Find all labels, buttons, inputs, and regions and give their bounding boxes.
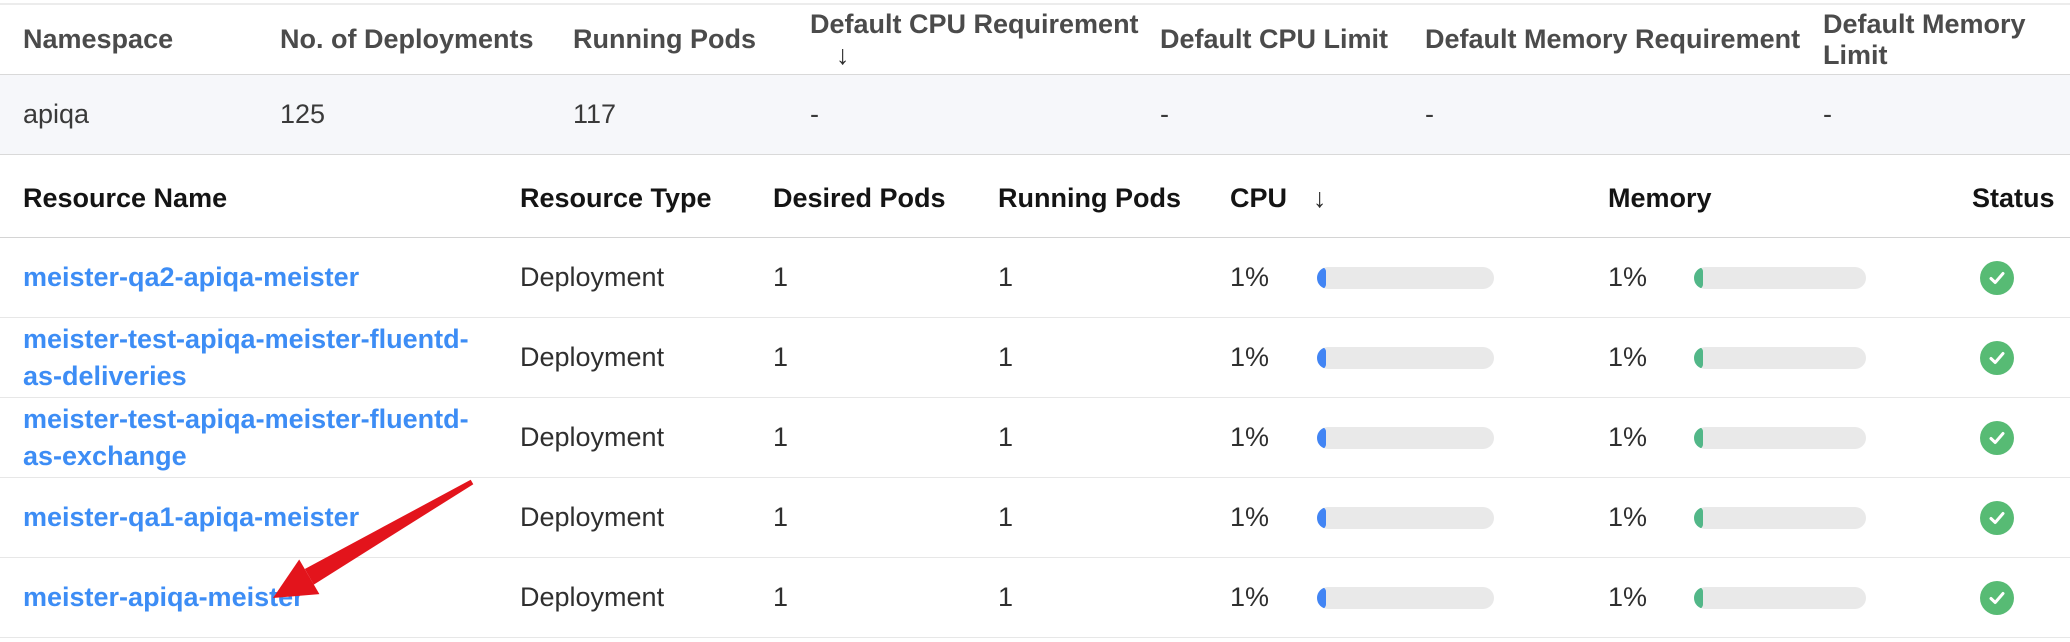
namespace-name: apiqa	[23, 99, 280, 130]
memory-usage-bar	[1694, 507, 1866, 529]
desired-pods-value: 1	[773, 342, 998, 373]
resource-row: meister-apiqa-meister Deployment 1 1 1% …	[0, 558, 2070, 638]
cpu-usage-bar	[1317, 347, 1494, 369]
status-healthy-icon	[1980, 341, 2014, 375]
resource-row: meister-qa1-apiqa-meister Deployment 1 1…	[0, 478, 2070, 558]
memory-percent: 1%	[1608, 262, 1694, 293]
memory-usage-bar-fill	[1694, 587, 1703, 609]
namespace-default-memory-limit: -	[1823, 99, 2070, 130]
running-pods-value: 1	[998, 582, 1230, 613]
cpu-usage-bar-fill	[1317, 587, 1326, 609]
cpu-usage-bar	[1317, 507, 1494, 529]
header-resource-type[interactable]: Resource Type	[520, 183, 773, 214]
header-cpu-label: CPU	[1230, 183, 1287, 213]
namespace-default-cpu-limit: -	[1160, 99, 1425, 130]
memory-usage-bar-fill	[1694, 267, 1703, 289]
memory-usage-bar	[1694, 427, 1866, 449]
resource-row: meister-test-apiqa-meister-fluentd-as-de…	[0, 318, 2070, 398]
desired-pods-value: 1	[773, 582, 998, 613]
resource-type: Deployment	[520, 422, 773, 453]
memory-usage-bar-fill	[1694, 347, 1703, 369]
header-namespace[interactable]: Namespace	[23, 24, 280, 55]
header-deployments[interactable]: No. of Deployments	[280, 24, 573, 55]
header-resource-name[interactable]: Resource Name	[23, 183, 520, 214]
header-desired-pods[interactable]: Desired Pods	[773, 183, 998, 214]
cpu-usage-bar-fill	[1317, 267, 1326, 289]
cpu-percent: 1%	[1230, 422, 1317, 453]
desired-pods-value: 1	[773, 502, 998, 533]
status-healthy-icon	[1980, 261, 2014, 295]
cpu-usage-bar	[1317, 267, 1494, 289]
cpu-usage-bar	[1317, 427, 1494, 449]
cpu-usage-bar	[1317, 587, 1494, 609]
resource-link[interactable]: meister-test-apiqa-meister-fluentd-as-ex…	[23, 401, 488, 475]
memory-usage-bar	[1694, 347, 1866, 369]
memory-percent: 1%	[1608, 422, 1694, 453]
header-default-memory-requirement[interactable]: Default Memory Requirement	[1425, 24, 1823, 55]
resource-link[interactable]: meister-test-apiqa-meister-fluentd-as-de…	[23, 321, 488, 395]
resource-table-header: Resource Name Resource Type Desired Pods…	[0, 159, 2070, 238]
namespace-row[interactable]: apiqa 125 117 - - - -	[0, 74, 2070, 155]
header-memory[interactable]: Memory	[1608, 183, 1972, 214]
memory-usage-bar-fill	[1694, 427, 1703, 449]
resource-link[interactable]: meister-apiqa-meister	[23, 579, 304, 616]
resource-type: Deployment	[520, 262, 773, 293]
namespace-default-memory-requirement: -	[1425, 99, 1823, 130]
status-healthy-icon	[1980, 581, 2014, 615]
running-pods-value: 1	[998, 342, 1230, 373]
header-default-cpu-requirement[interactable]: Default CPU Requirement↓	[810, 9, 1160, 71]
header-default-cpu-limit[interactable]: Default CPU Limit	[1160, 24, 1425, 55]
memory-percent: 1%	[1608, 502, 1694, 533]
desired-pods-value: 1	[773, 262, 998, 293]
resource-link[interactable]: meister-qa2-apiqa-meister	[23, 259, 359, 296]
resource-type: Deployment	[520, 582, 773, 613]
resource-row: meister-test-apiqa-meister-fluentd-as-ex…	[0, 398, 2070, 478]
cpu-percent: 1%	[1230, 582, 1317, 613]
resource-link[interactable]: meister-qa1-apiqa-meister	[23, 499, 359, 536]
namespace-default-cpu-requirement: -	[810, 99, 1160, 130]
header-cpu[interactable]: CPU ↓	[1230, 183, 1608, 214]
cpu-usage-bar-fill	[1317, 427, 1326, 449]
namespace-deployments-count: 125	[280, 99, 573, 130]
header-running-pods-resource[interactable]: Running Pods	[998, 183, 1230, 214]
memory-percent: 1%	[1608, 582, 1694, 613]
resource-type: Deployment	[520, 502, 773, 533]
running-pods-value: 1	[998, 262, 1230, 293]
cpu-percent: 1%	[1230, 342, 1317, 373]
cpu-usage-bar-fill	[1317, 507, 1326, 529]
status-healthy-icon	[1980, 421, 2014, 455]
memory-usage-bar	[1694, 587, 1866, 609]
header-status[interactable]: Status	[1972, 183, 2070, 214]
namespace-detail-page: Namespace No. of Deployments Running Pod…	[0, 0, 2070, 642]
memory-usage-bar	[1694, 267, 1866, 289]
cpu-usage-bar-fill	[1317, 347, 1326, 369]
sort-descending-icon: ↓	[836, 40, 850, 71]
memory-usage-bar-fill	[1694, 507, 1703, 529]
memory-percent: 1%	[1608, 342, 1694, 373]
resource-row: meister-qa2-apiqa-meister Deployment 1 1…	[0, 238, 2070, 318]
status-healthy-icon	[1980, 501, 2014, 535]
header-default-memory-limit[interactable]: Default Memory Limit	[1823, 9, 2070, 71]
namespace-table-header: Namespace No. of Deployments Running Pod…	[0, 3, 2070, 74]
namespace-running-pods-count: 117	[573, 99, 810, 130]
desired-pods-value: 1	[773, 422, 998, 453]
running-pods-value: 1	[998, 422, 1230, 453]
sort-descending-icon: ↓	[1313, 183, 1327, 214]
running-pods-value: 1	[998, 502, 1230, 533]
cpu-percent: 1%	[1230, 262, 1317, 293]
cpu-percent: 1%	[1230, 502, 1317, 533]
header-running-pods[interactable]: Running Pods	[573, 24, 810, 55]
header-default-cpu-requirement-label: Default CPU Requirement	[810, 9, 1139, 39]
resource-type: Deployment	[520, 342, 773, 373]
